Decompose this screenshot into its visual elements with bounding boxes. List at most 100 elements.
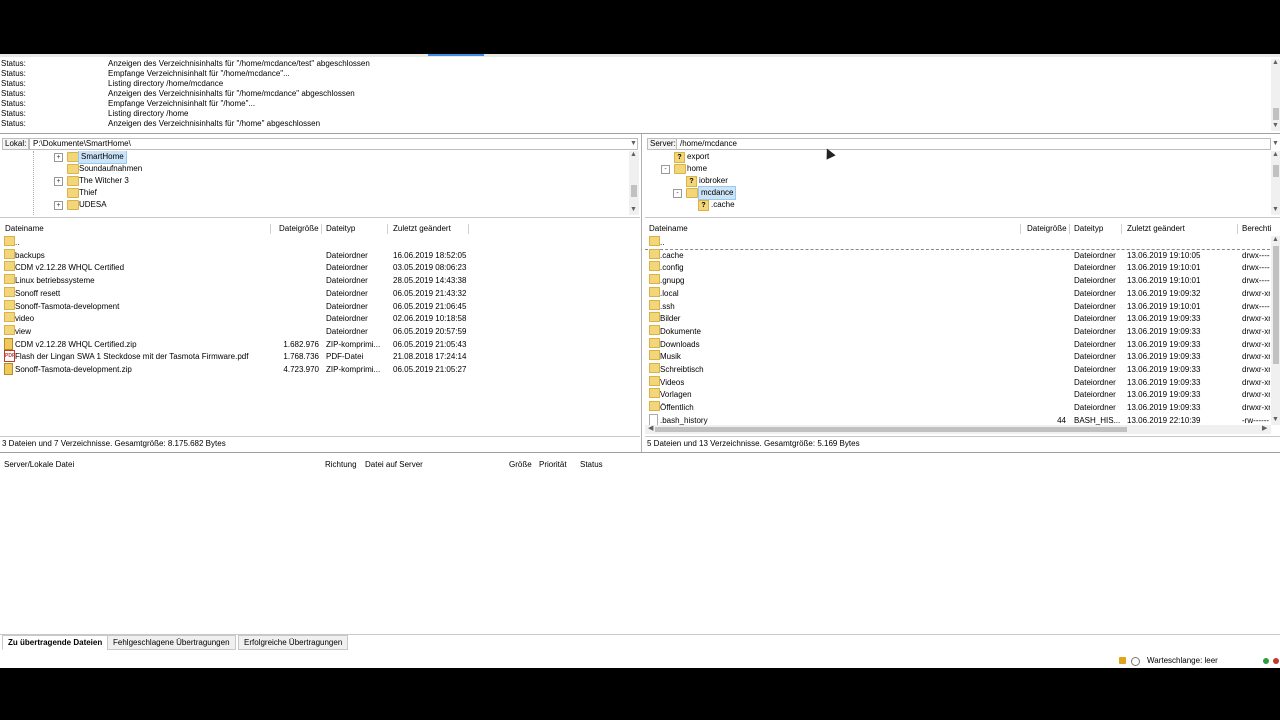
tree-item[interactable]: Thief (0, 187, 620, 199)
pane-splitter[interactable] (641, 134, 642, 452)
table-row[interactable]: Musik Dateiordner 13.06.2019 19:09:33 drwxr… (645, 350, 1270, 363)
file-name: .. (660, 238, 665, 247)
tree-item[interactable]: + The Witcher 3 (0, 175, 620, 187)
tab-failed-transfers[interactable]: Fehlgeschlagene Übertragungen (107, 635, 236, 650)
scroll-up-icon[interactable]: ▲ (1272, 151, 1279, 159)
col-filename[interactable]: Dateiname (5, 222, 44, 236)
expand-icon[interactable]: + (54, 153, 63, 162)
chevron-down-icon[interactable]: ▼ (1272, 140, 1279, 148)
log-row: Status: Listing directory /home/mcdance (0, 79, 1270, 89)
chevron-down-icon[interactable]: ▼ (630, 140, 637, 148)
scroll-thumb[interactable] (631, 185, 637, 197)
table-row[interactable]: .config Dateiordner 13.06.2019 19:10:01 drw… (645, 261, 1270, 274)
table-row[interactable]: .ssh Dateiordner 13.06.2019 19:10:01 drwx--… (645, 299, 1270, 313)
table-row[interactable]: Sonoff-Tasmota-development.zip 4.723.970 Z… (0, 363, 640, 376)
table-row[interactable]: view Dateiordner 06.05.2019 20:57:59 (0, 324, 640, 338)
table-row[interactable]: Downloads Dateiordner 13.06.2019 19:09:33 d… (645, 337, 1270, 351)
log-row: Status: Anzeigen des Verzeichnisinhalts f… (0, 59, 1270, 69)
table-row[interactable]: .gnupg Dateiordner 13.06.2019 19:10:01 drwx… (645, 274, 1270, 287)
column-separator[interactable] (468, 224, 469, 234)
column-separator[interactable] (321, 224, 322, 234)
table-row[interactable]: Dokumente Dateiordner 13.06.2019 19:09:33 d… (645, 324, 1270, 338)
table-row[interactable]: Bilder Dateiordner 13.06.2019 19:09:33 drwx… (645, 312, 1270, 325)
table-row[interactable]: Sonoff resett Dateiordner 06.05.2019 21:43… (0, 286, 640, 300)
col-modified[interactable]: Zuletzt geändert (393, 222, 451, 236)
remote-list-vscrollbar[interactable]: ▲ ▼ (1271, 236, 1280, 425)
col-permissions[interactable]: Berechti (1242, 222, 1271, 236)
scroll-right-icon[interactable]: ▶ (1262, 425, 1267, 433)
collapse-icon[interactable]: - (673, 189, 682, 198)
scroll-down-icon[interactable]: ▼ (1272, 206, 1279, 214)
local-file-list: .. backups Dateiordner 16.06.2019 18:52:05 C… (0, 236, 640, 436)
remote-tree-scrollbar[interactable]: ▲ ▼ (1271, 151, 1280, 215)
tree-item[interactable]: + UDESA (0, 199, 620, 211)
folder-icon (649, 337, 660, 348)
column-separator[interactable] (1020, 224, 1021, 234)
scroll-down-icon[interactable]: ▼ (630, 206, 637, 214)
expand-icon[interactable]: + (54, 201, 63, 210)
column-separator[interactable] (270, 224, 271, 234)
column-separator[interactable] (1069, 224, 1070, 234)
scroll-thumb[interactable] (1273, 108, 1279, 120)
collapse-icon[interactable]: - (661, 165, 670, 174)
scroll-down-icon[interactable]: ▼ (1272, 416, 1279, 424)
tab-successful-transfers[interactable]: Erfolgreiche Übertragungen (238, 635, 349, 650)
col-modified[interactable]: Zuletzt geändert (1127, 222, 1185, 236)
tree-item[interactable]: ? .cache (645, 199, 1245, 211)
file-name: Downloads (660, 339, 700, 349)
col-size[interactable]: Dateigröße (1027, 222, 1067, 236)
table-row[interactable]: Linux betriebssysteme Dateiordner 28.05.20… (0, 274, 640, 287)
tree-item[interactable]: - home (645, 163, 1245, 175)
scroll-up-icon[interactable]: ▲ (630, 151, 637, 159)
folder-icon (649, 401, 660, 412)
col-remote-file[interactable]: Datei auf Server (365, 458, 423, 472)
column-separator[interactable] (1237, 224, 1238, 234)
table-row[interactable]: .. (0, 236, 640, 249)
table-row[interactable]: CDM v2.12.28 WHQL Certified Dateiordner 03… (0, 261, 640, 274)
table-row[interactable]: CDM v2.12.28 WHQL Certified.zip 1.682.976… (0, 337, 640, 351)
table-row[interactable]: .local Dateiordner 13.06.2019 19:09:32 drwx… (645, 286, 1270, 300)
tree-item[interactable]: ? export (645, 151, 1245, 163)
col-status[interactable]: Status (580, 458, 603, 472)
tree-item[interactable]: - mcdance (645, 186, 1245, 200)
scroll-up-icon[interactable]: ▲ (1272, 236, 1279, 244)
table-row[interactable]: Sonoff-Tasmota-development Dateiordner 06.… (0, 299, 640, 313)
message-log-scrollbar[interactable]: ▲ ▼ (1271, 59, 1280, 131)
remote-path-input[interactable]: /home/mcdance (676, 138, 1271, 150)
local-tree-scrollbar[interactable]: ▲ ▼ (629, 151, 639, 215)
column-separator[interactable] (1121, 224, 1122, 234)
scroll-thumb[interactable] (1273, 165, 1279, 177)
table-row[interactable]: backups Dateiordner 16.06.2019 18:52:05 (0, 248, 640, 262)
scroll-down-icon[interactable]: ▼ (1272, 122, 1279, 130)
table-row[interactable]: PDF Flash der Lingan SWA 1 Steckdose mit … (0, 350, 640, 363)
col-type[interactable]: Dateityp (326, 222, 355, 236)
scroll-thumb[interactable] (1273, 246, 1279, 364)
table-row[interactable]: Videos Dateiordner 13.06.2019 19:09:33 drwx… (645, 375, 1270, 389)
scroll-left-icon[interactable]: ◀ (648, 425, 653, 433)
log-label: Status: (1, 59, 26, 68)
table-row[interactable]: Vorlagen Dateiordner 13.06.2019 19:09:33 dr… (645, 388, 1270, 401)
table-row[interactable]: .cache Dateiordner 13.06.2019 19:10:05 drwx… (645, 248, 1270, 262)
speed-limit-icon[interactable] (1131, 657, 1140, 666)
col-filename[interactable]: Dateiname (649, 222, 688, 236)
col-type[interactable]: Dateityp (1074, 222, 1103, 236)
local-path-input[interactable]: P:\Dokumente\SmartHome\ (29, 138, 638, 150)
table-row[interactable]: Schreibtisch Dateiordner 13.06.2019 19:09:… (645, 363, 1270, 376)
col-size[interactable]: Dateigröße (279, 222, 319, 236)
remote-label: Server: (647, 138, 679, 150)
expand-icon[interactable]: + (54, 177, 63, 186)
tree-item[interactable]: ? iobroker (645, 175, 1245, 187)
tree-item[interactable]: + SmartHome (0, 151, 620, 164)
table-row[interactable]: Öffentlich Dateiordner 13.06.2019 19:09:33… (645, 401, 1270, 414)
col-server-file[interactable]: Server/Lokale Datei (4, 458, 74, 472)
tab-queued-files[interactable]: Zu übertragende Dateien (2, 635, 109, 650)
col-direction[interactable]: Richtung (325, 458, 357, 472)
remote-list-hscrollbar[interactable]: ◀ ▶ (645, 425, 1271, 434)
col-priority[interactable]: Priorität (539, 458, 567, 472)
tree-item[interactable]: Soundaufnahmen (0, 163, 620, 175)
table-row[interactable]: video Dateiordner 02.06.2019 10:18:58 (0, 312, 640, 325)
scroll-thumb[interactable] (655, 427, 1127, 432)
column-separator[interactable] (387, 224, 388, 234)
col-size[interactable]: Größe (509, 458, 532, 472)
scroll-up-icon[interactable]: ▲ (1272, 59, 1279, 67)
